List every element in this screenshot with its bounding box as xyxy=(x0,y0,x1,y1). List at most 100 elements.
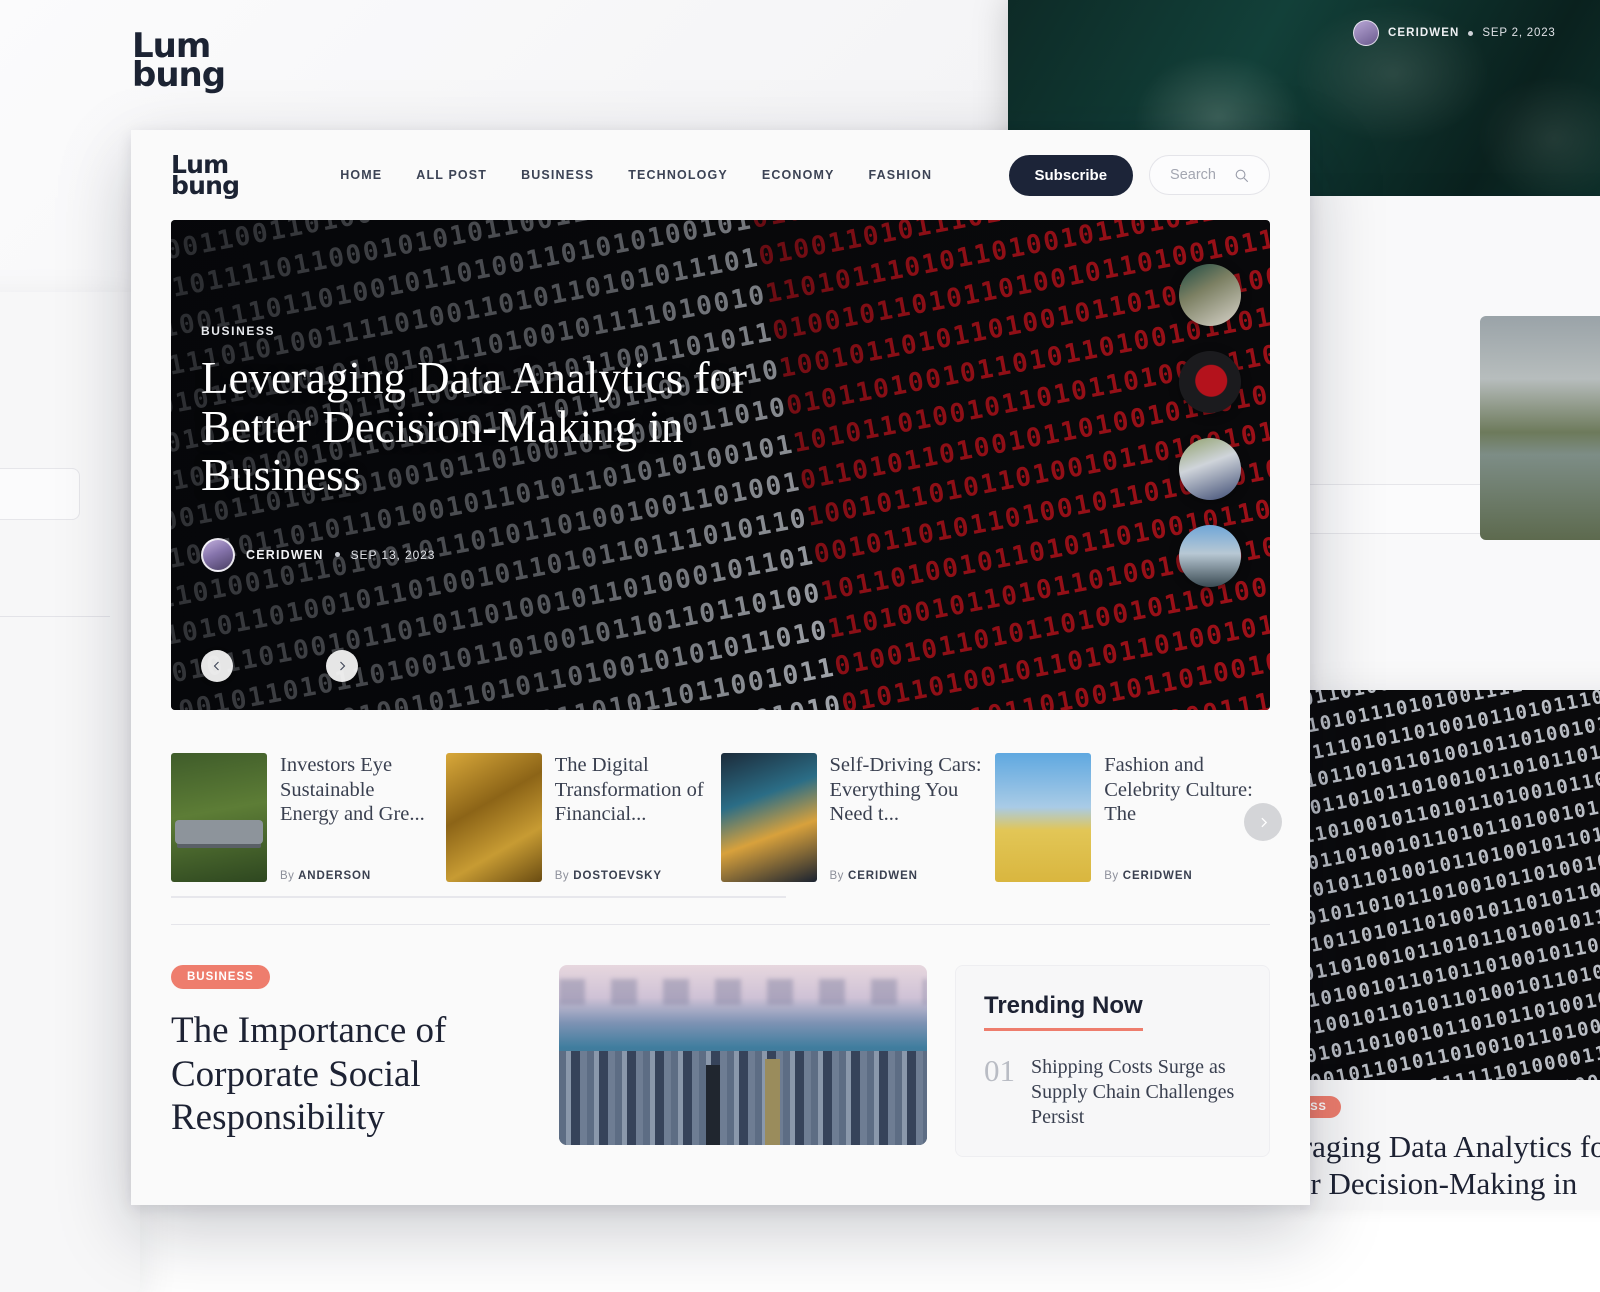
yellow-dress-thumb xyxy=(995,753,1092,882)
binary-pattern: 1011010111101111011111101000011111010000… xyxy=(1300,690,1600,1090)
strip-card-body: Investors Eye Sustainable Energy and Gre… xyxy=(280,753,434,882)
hero-content: BUSINESS Leveraging Data Analytics for B… xyxy=(201,324,811,572)
section-divider xyxy=(171,924,1270,925)
by-prefix: By xyxy=(280,870,295,882)
city-skyline-image xyxy=(559,965,927,1145)
site-header: Lum bung HOME ALL POST BUSINESS TECHNOLO… xyxy=(131,130,1310,220)
hero-title[interactable]: Leveraging Data Analytics for Better Dec… xyxy=(201,354,811,500)
avatar xyxy=(1353,20,1379,46)
search-input[interactable]: Search xyxy=(1149,155,1270,195)
strip-card-body: The Digital Transformation of Financial.… xyxy=(555,753,709,882)
strip-card-byline: By CERIDWEN xyxy=(830,870,984,882)
left-card2-category: FASHION xyxy=(0,1261,110,1275)
chevron-left-icon xyxy=(213,661,219,671)
strip-card-body: Fashion and Celebrity Culture: The By CER… xyxy=(1104,753,1258,882)
main-browser-window: Lum bung HOME ALL POST BUSINESS TECHNOLO… xyxy=(131,130,1310,1205)
by-prefix: By xyxy=(829,870,844,882)
list-item[interactable]: Fashion and Celebrity Culture: The By CER… xyxy=(995,753,1270,882)
hero-author: CERIDWEN xyxy=(246,547,324,562)
chevron-right-icon xyxy=(340,661,346,671)
trending-now-panel: Trending Now 01 Shipping Costs Surge as … xyxy=(955,965,1270,1157)
search-icon xyxy=(1235,169,1249,182)
nav-item-technology[interactable]: TECHNOLOGY xyxy=(628,168,728,182)
hero-byline: CERIDWEN SEP 13, 2023 xyxy=(201,537,811,572)
article-strip-carousel: Investors Eye Sustainable Energy and Gre… xyxy=(171,753,1282,882)
newsletter-kicker: Make your inbo xyxy=(0,334,110,350)
strip-scroll-indicator[interactable] xyxy=(171,896,786,898)
carousel-prev-button[interactable] xyxy=(201,650,233,682)
trending-title: Shipping Costs Surge as Supply Chain Cha… xyxy=(1031,1056,1235,1128)
by-prefix: By xyxy=(554,870,570,882)
subscribe-button[interactable]: Subscribe xyxy=(1008,154,1134,196)
list-item[interactable]: 01 Shipping Costs Surge as Supply Chain … xyxy=(984,1055,1241,1130)
nav-item-all-post[interactable]: ALL POST xyxy=(416,168,487,182)
trending-rank: 01 xyxy=(984,1053,1015,1088)
bg-article-line2: ter Decision-Making in xyxy=(1288,1166,1578,1202)
hero-category: BUSINESS xyxy=(201,324,276,338)
drone-field-thumb xyxy=(171,753,267,882)
list-item[interactable]: The Digital Transformation of Financial.… xyxy=(445,753,721,882)
car-interior-thumb xyxy=(720,753,817,882)
strip-card-byline: By ANDERSON xyxy=(280,870,434,882)
backdrop-logo-line2: bung xyxy=(132,55,226,96)
newsletter-email-input[interactable]: Email address xyxy=(0,467,80,520)
strip-next-button[interactable] xyxy=(1244,803,1282,841)
background-article-card: ESS eraging Data Analytics fo ter Decisi… xyxy=(1288,1080,1600,1210)
strip-card-title: Self-Driving Cars: Everything You Need t… xyxy=(829,754,982,826)
list-item[interactable]: Investors Eye Sustainable Energy and Gre… xyxy=(171,753,446,882)
top-right-date: SEP 2, 2023 xyxy=(1482,27,1556,39)
separator-dot xyxy=(1468,30,1474,36)
strip-card-title: The Digital Transformation of Financial.… xyxy=(554,754,704,826)
by-prefix: By xyxy=(1104,870,1119,882)
top-right-author: CERIDWEN xyxy=(1388,27,1460,39)
strip-card-author: CERIDWEN xyxy=(848,870,918,882)
avatar-crowd[interactable] xyxy=(1179,525,1241,587)
strip-card-body: Self-Driving Cars: Everything You Need t… xyxy=(830,753,984,882)
newsletter-title: Get Sub News & xyxy=(0,360,110,440)
background-article-title: eraging Data Analytics fo ter Decision-M… xyxy=(1288,1128,1600,1202)
header-actions: Subscribe Search xyxy=(1008,154,1270,196)
avatar-portrait[interactable] xyxy=(1179,264,1241,326)
backdrop-logo: Lum bung xyxy=(132,29,226,96)
avatar-heart[interactable] xyxy=(1179,351,1241,413)
strip-card-author: DOSTOEVSKY xyxy=(573,870,662,882)
status-badge: BUSINESS xyxy=(171,965,270,989)
nav-item-home[interactable]: HOME xyxy=(340,168,382,182)
featured-article-title: The Importance of Corporate Social Respo… xyxy=(171,1010,447,1139)
left-panel-divider xyxy=(0,615,110,617)
search-placeholder: Search xyxy=(1170,167,1216,183)
background-left-panel: Make your inbo Get Sub News & Email addr… xyxy=(0,292,140,1292)
left-card1-meta: ANDERSON • SEP 14 xyxy=(0,1031,110,1045)
sky-clouds xyxy=(559,979,927,1005)
nav-item-economy[interactable]: ECONOMY xyxy=(762,168,835,182)
separator-dot xyxy=(334,552,340,558)
city-buildings xyxy=(559,1051,927,1145)
chevron-right-icon xyxy=(1260,817,1267,827)
left-card1-category: BUSINESS xyxy=(0,898,110,912)
list-item[interactable]: Self-Driving Cars: Everything You Need t… xyxy=(720,753,996,882)
landscape-photo xyxy=(1480,316,1600,540)
strip-card-author: CERIDWEN xyxy=(1122,870,1193,882)
strip-card-byline: By DOSTOEVSKY xyxy=(555,870,709,882)
strip-card-author: ANDERSON xyxy=(298,870,372,882)
top-right-byline: CERIDWEN SEP 2, 2023 xyxy=(1353,20,1556,46)
site-logo[interactable]: Lum bung xyxy=(171,152,240,200)
carousel-next-button[interactable] xyxy=(326,650,358,682)
nav-item-business[interactable]: BUSINESS xyxy=(521,168,594,182)
nav-item-fashion[interactable]: FASHION xyxy=(869,168,933,182)
trending-heading: Trending Now xyxy=(984,992,1143,1031)
bg-article-line1: eraging Data Analytics fo xyxy=(1288,1129,1600,1164)
bottom-section: BUSINESS The Importance of Corporate Soc… xyxy=(171,965,1270,1157)
left-card1-title: Cryptocurr Experiences Regulatory xyxy=(0,918,110,1019)
featured-article[interactable]: BUSINESS The Importance of Corporate Soc… xyxy=(171,965,531,1157)
hero-avatar-stack xyxy=(1179,264,1241,587)
background-binary-panel: 1011010111101111011111101000011111010000… xyxy=(1300,690,1600,1090)
gold-coins-thumb xyxy=(445,753,542,882)
strip-card-byline: By CERIDWEN xyxy=(1104,870,1258,882)
avatar-laptop[interactable] xyxy=(1179,438,1241,500)
hero-date: SEP 13, 2023 xyxy=(350,547,436,562)
main-navigation: HOME ALL POST BUSINESS TECHNOLOGY ECONOM… xyxy=(340,168,932,182)
avatar xyxy=(201,537,235,572)
site-logo-line2: bung xyxy=(171,171,240,200)
hero-carousel: 1011010111101111011111101000011111010000… xyxy=(171,220,1270,710)
